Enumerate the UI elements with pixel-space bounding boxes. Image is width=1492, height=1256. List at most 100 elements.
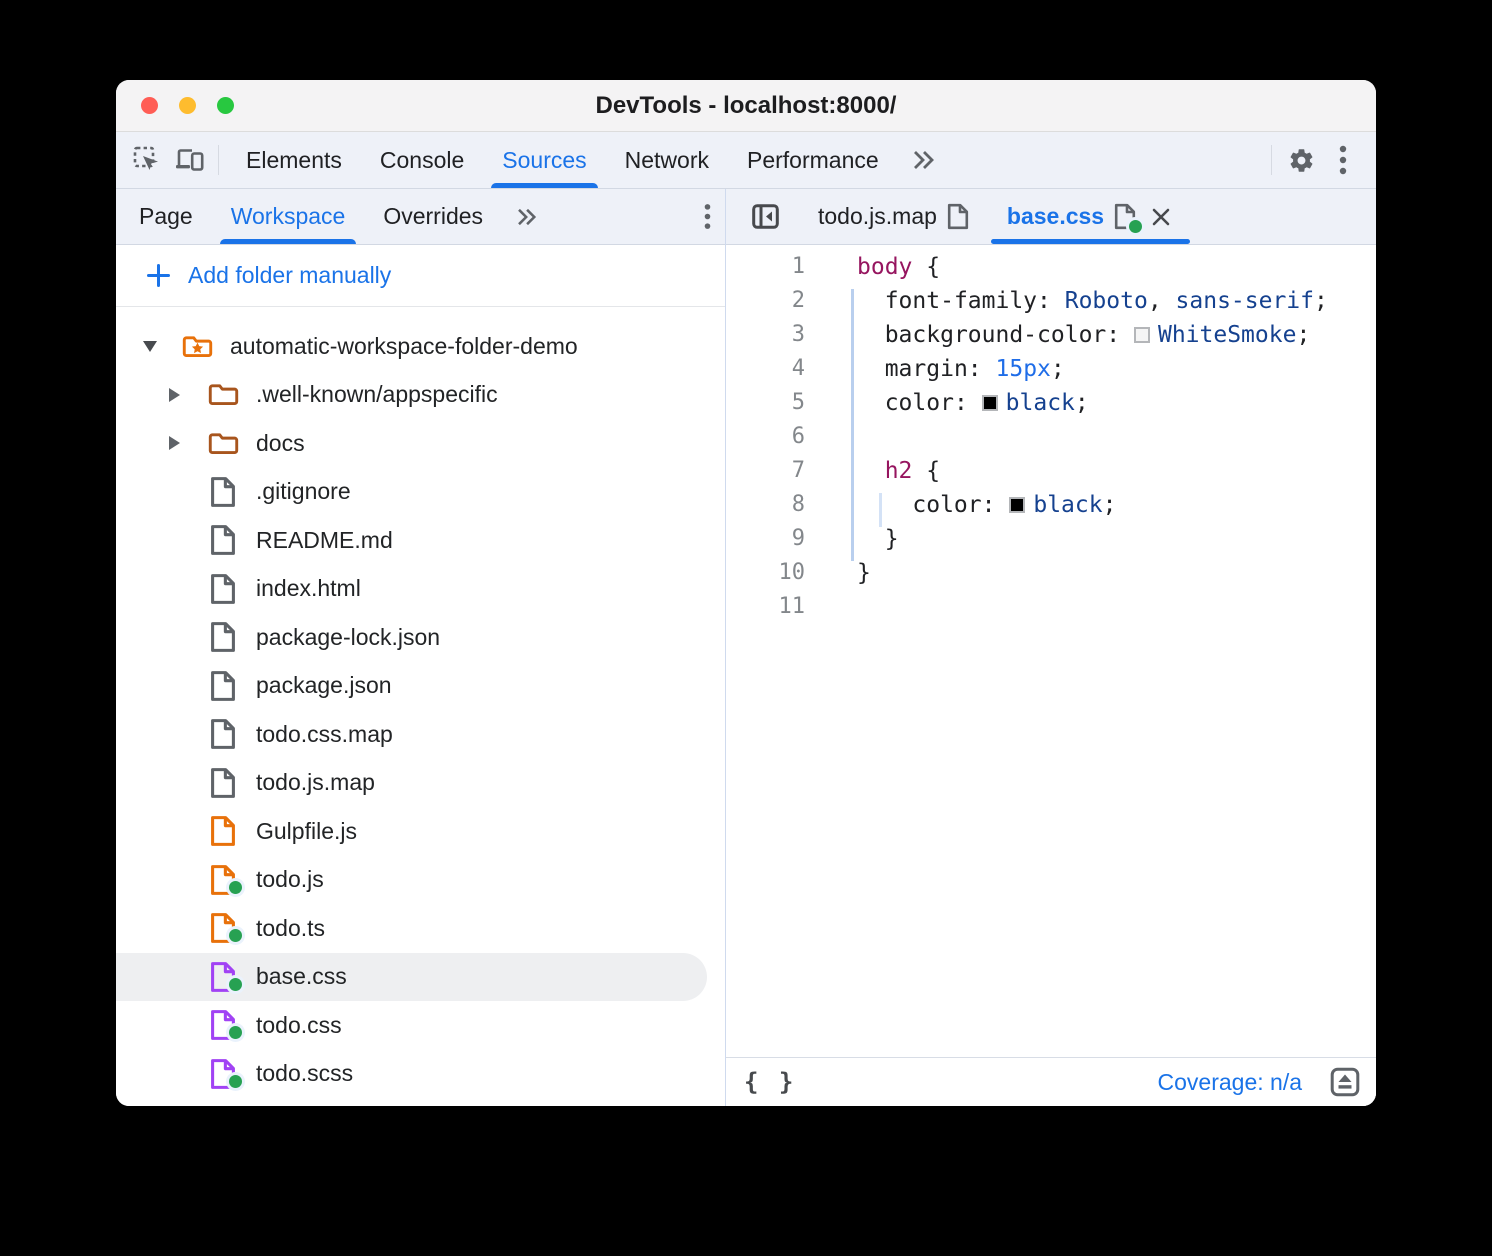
file-icon	[202, 1009, 244, 1041]
coverage-link[interactable]: Coverage: n/a	[1158, 1069, 1302, 1096]
tree-item-automatic-workspace-folder-demo[interactable]: automatic-workspace-folder-demo	[116, 322, 725, 371]
tree-item-label: index.html	[256, 575, 361, 602]
tree-item-label: todo.js.map	[256, 769, 375, 796]
caret-down-icon[interactable]	[143, 341, 176, 352]
window-title: DevTools - localhost:8000/	[116, 92, 1376, 120]
line-number[interactable]: 4	[726, 352, 805, 386]
color-swatch[interactable]	[982, 395, 998, 411]
linked-green-dot	[1129, 220, 1142, 233]
pretty-print-icon[interactable]: { }	[744, 1068, 796, 1096]
tree-item-todo-js-map[interactable]: todo.js.map	[116, 759, 725, 808]
eject-icon[interactable]	[1330, 1067, 1360, 1097]
editor-tab-todo-js-map[interactable]: todo.js.map	[800, 189, 989, 244]
tree-item-label: todo.scss	[256, 1060, 353, 1087]
code-line-4: margin: 15px;	[857, 352, 1376, 386]
line-number[interactable]: 10	[726, 556, 805, 590]
tree-item-label: base.css	[256, 963, 347, 990]
line-number[interactable]: 2	[726, 284, 805, 318]
tree-item-index-html[interactable]: index.html	[116, 565, 725, 614]
tree-item-label: Gulpfile.js	[256, 818, 357, 845]
code-content[interactable]: body { font-family: Roboto, sans-serif; …	[819, 250, 1376, 1057]
tree-item-label: .gitignore	[256, 478, 351, 505]
code-editor[interactable]: 1234567891011 body { font-family: Roboto…	[726, 245, 1376, 1057]
tree-item-label: package.json	[256, 672, 392, 699]
tree-item-todo-css-map[interactable]: todo.css.map	[116, 710, 725, 759]
linked-green-dot	[229, 929, 242, 942]
code-line-7: h2 {	[857, 454, 1376, 488]
tab-sources[interactable]: Sources	[483, 132, 605, 188]
file-icon	[202, 767, 244, 799]
workspace-folder-star-icon	[176, 335, 218, 358]
code-line-5: color: black;	[857, 386, 1376, 420]
line-number[interactable]: 1	[726, 250, 805, 284]
indent-guide	[851, 289, 854, 561]
code-line-11	[857, 590, 1376, 624]
folder-icon	[202, 432, 244, 455]
tab-elements[interactable]: Elements	[227, 132, 361, 188]
more-panels-icon[interactable]	[898, 150, 952, 170]
editor-tab-strip: todo.js.map base.css	[726, 189, 1376, 245]
file-tree: automatic-workspace-folder-demo .well-kno…	[116, 307, 725, 1106]
tree-item-base-css[interactable]: base.css	[116, 953, 707, 1002]
line-number[interactable]: 6	[726, 420, 805, 454]
tree-item-package-lock-json[interactable]: package-lock.json	[116, 613, 725, 662]
settings-gear-icon[interactable]	[1280, 139, 1322, 181]
line-number[interactable]: 7	[726, 454, 805, 488]
inspect-element-icon[interactable]	[126, 139, 168, 181]
tree-item-todo-css[interactable]: todo.css	[116, 1001, 725, 1050]
tree-item-docs[interactable]: docs	[116, 419, 725, 468]
color-swatch[interactable]	[1009, 497, 1025, 513]
tab-performance[interactable]: Performance	[728, 132, 898, 188]
code-line-8: color: black;	[857, 488, 1376, 522]
file-icon	[202, 864, 244, 896]
tree-item-package-json[interactable]: package.json	[116, 662, 725, 711]
color-swatch[interactable]	[1134, 327, 1150, 343]
indent-guide-inner	[879, 493, 882, 527]
tree-item-todo-js[interactable]: todo.js	[116, 856, 725, 905]
tree-item--gitignore[interactable]: .gitignore	[116, 468, 725, 517]
more-navigator-tabs-icon[interactable]	[502, 208, 554, 226]
caret-right-icon[interactable]	[169, 388, 202, 402]
sidebar-tab-overrides[interactable]: Overrides	[364, 189, 502, 244]
file-icon	[202, 476, 244, 508]
file-icon	[202, 718, 244, 750]
code-line-1: body {	[857, 250, 1376, 284]
file-icon	[202, 1058, 244, 1090]
tree-item-todo-ts[interactable]: todo.ts	[116, 904, 725, 953]
editor-tab-label: todo.js.map	[818, 203, 937, 230]
tab-network[interactable]: Network	[606, 132, 728, 188]
line-number[interactable]: 8	[726, 488, 805, 522]
devtools-window: DevTools - localhost:8000/ ElementsConso…	[116, 80, 1376, 1106]
line-number[interactable]: 9	[726, 522, 805, 556]
line-number[interactable]: 3	[726, 318, 805, 352]
line-number[interactable]: 5	[726, 386, 805, 420]
tree-item-label: todo.ts	[256, 915, 325, 942]
close-tab-icon[interactable]	[1148, 204, 1174, 230]
tree-item-label: .well-known/appspecific	[256, 381, 498, 408]
navigator-kebab-menu-icon[interactable]	[704, 202, 711, 231]
tree-item-label: README.md	[256, 527, 393, 554]
editor-tab-base-css[interactable]: base.css	[989, 189, 1192, 244]
file-icon	[202, 524, 244, 556]
titlebar: DevTools - localhost:8000/	[116, 80, 1376, 132]
linked-green-dot	[229, 1075, 242, 1088]
tree-item-readme-md[interactable]: README.md	[116, 516, 725, 565]
navigator-toggle-icon[interactable]	[744, 196, 786, 238]
sidebar-tab-workspace[interactable]: Workspace	[212, 189, 365, 244]
caret-right-icon[interactable]	[169, 436, 202, 450]
tree-item-label: automatic-workspace-folder-demo	[230, 333, 578, 360]
tree-item--well-known-appspecific[interactable]: .well-known/appspecific	[116, 371, 725, 420]
kebab-menu-icon[interactable]	[1322, 139, 1364, 181]
file-icon	[202, 912, 244, 944]
tree-item-gulpfile-js[interactable]: Gulpfile.js	[116, 807, 725, 856]
file-icon	[202, 961, 244, 993]
active-tab-underline	[491, 183, 597, 188]
add-folder-manually-button[interactable]: Add folder manually	[116, 245, 725, 307]
line-number-gutter[interactable]: 1234567891011	[726, 250, 819, 1057]
line-number[interactable]: 11	[726, 590, 805, 624]
active-sidebar-tab-underline	[220, 239, 357, 244]
sidebar-tab-page[interactable]: Page	[120, 189, 212, 244]
tree-item-todo-scss[interactable]: todo.scss	[116, 1050, 725, 1099]
device-toolbar-icon[interactable]	[168, 139, 210, 181]
tab-console[interactable]: Console	[361, 132, 483, 188]
